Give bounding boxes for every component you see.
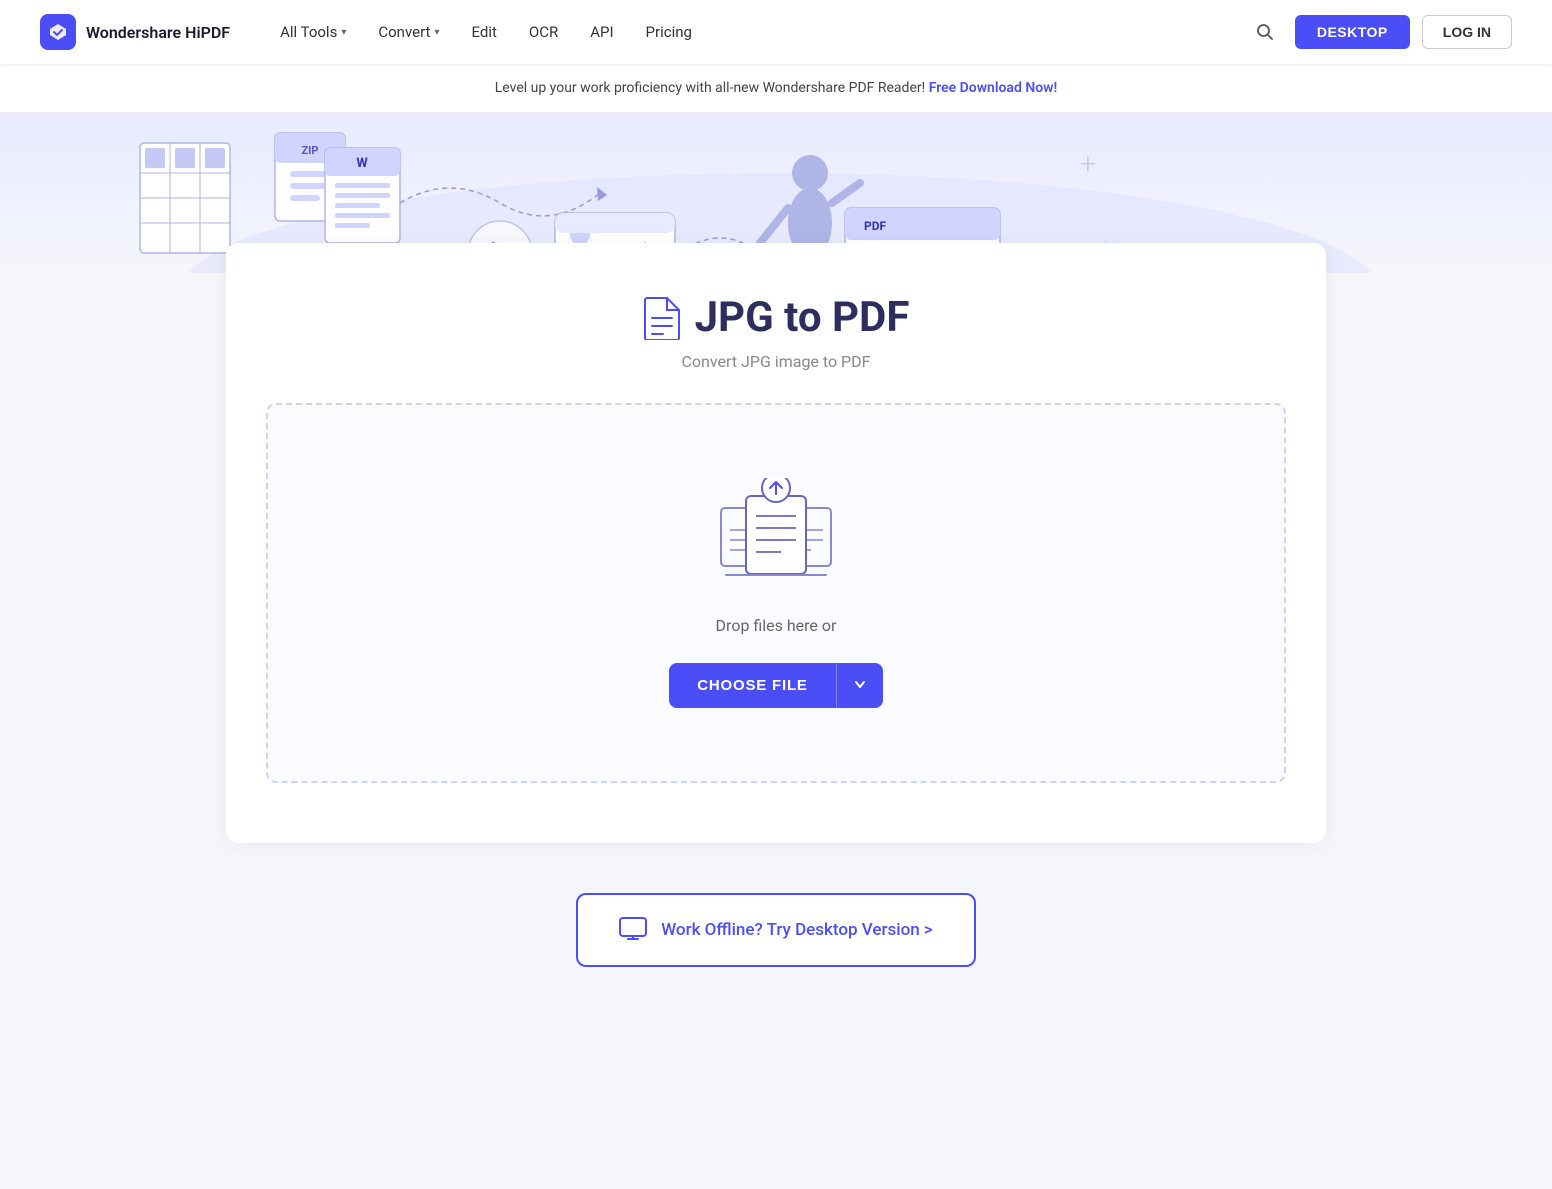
search-icon (1255, 22, 1275, 42)
choose-file-button-group: CHOOSE FILE (669, 663, 882, 708)
chevron-down-icon: ▾ (341, 27, 346, 38)
drop-text: Drop files here or (716, 616, 837, 635)
main-content: JPG to PDF Convert JPG image to PDF (0, 243, 1552, 1027)
nav-links: All Tools ▾ Convert ▾ Edit OCR API Prici… (266, 15, 1247, 49)
file-icon (643, 296, 681, 340)
nav-item-convert[interactable]: Convert ▾ (364, 15, 453, 49)
nav-item-edit[interactable]: Edit (457, 15, 510, 49)
nav-item-api[interactable]: API (576, 15, 627, 49)
monitor-icon (619, 917, 647, 943)
chevron-down-icon: ▾ (434, 27, 439, 38)
upload-icon (716, 478, 836, 588)
promo-banner: Level up your work proficiency with all-… (0, 64, 1552, 113)
desktop-button[interactable]: DESKTOP (1295, 15, 1410, 49)
tool-title: JPG to PDF (266, 293, 1286, 342)
svg-text:ZIP: ZIP (302, 144, 319, 157)
desktop-cta-button[interactable]: Work Offline? Try Desktop Version > (576, 893, 976, 967)
choose-file-button[interactable]: CHOOSE FILE (669, 663, 835, 708)
navbar: Wondershare HiPDF All Tools ▾ Convert ▾ … (0, 0, 1552, 64)
svg-text:W: W (356, 156, 368, 171)
nav-actions: DESKTOP LOG IN (1247, 14, 1512, 50)
tool-card: JPG to PDF Convert JPG image to PDF (226, 243, 1326, 843)
svg-text:PDF: PDF (864, 219, 887, 233)
nav-item-all-tools[interactable]: All Tools ▾ (266, 15, 360, 49)
search-button[interactable] (1247, 14, 1283, 50)
banner-download-link[interactable]: Free Download Now! (929, 80, 1058, 96)
page-title: JPG to PDF (695, 293, 910, 342)
upload-area[interactable]: Drop files here or CHOOSE FILE (266, 403, 1286, 783)
tool-title-area: JPG to PDF Convert JPG image to PDF (266, 293, 1286, 371)
chevron-down-icon (853, 677, 867, 691)
svg-text:+: + (1080, 147, 1096, 180)
choose-file-dropdown-button[interactable] (836, 663, 883, 708)
login-button[interactable]: LOG IN (1422, 15, 1512, 49)
brand-link[interactable]: Wondershare HiPDF (40, 14, 230, 50)
nav-item-ocr[interactable]: OCR (515, 15, 572, 49)
nav-item-pricing[interactable]: Pricing (632, 15, 706, 49)
brand-logo (40, 14, 76, 50)
upload-icon-area (716, 478, 836, 588)
tool-subtitle: Convert JPG image to PDF (266, 352, 1286, 371)
desktop-cta-text: Work Offline? Try Desktop Version > (661, 920, 933, 940)
brand-name: Wondershare HiPDF (86, 23, 230, 42)
